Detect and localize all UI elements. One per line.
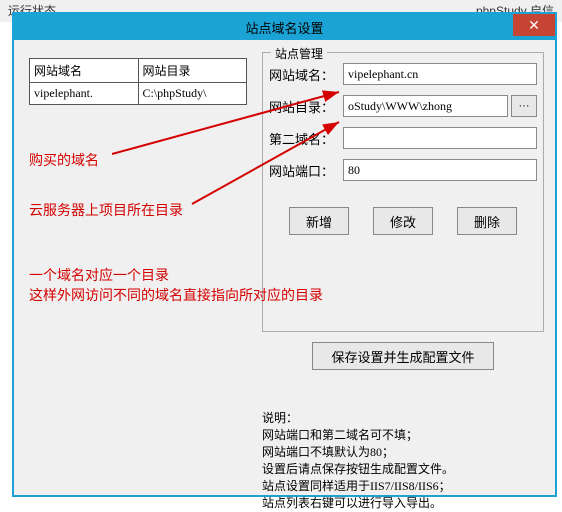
annotation-mapping1: 一个域名对应一个目录 (29, 265, 169, 285)
port-label: 网站端口： (269, 161, 343, 180)
dialog-title: 站点域名设置 (245, 18, 323, 37)
help-text: 说明： 网站端口和第二域名可不填； 网站端口不填默认为80； 设置后请点保存按钮… (262, 410, 454, 512)
dir-label: 网站目录： (269, 97, 343, 116)
annotation-domain: 购买的域名 (29, 150, 99, 170)
table-header-row: 网站域名 网站目录 (30, 59, 247, 83)
second-domain-label: 第二域名： (269, 129, 343, 148)
delete-button[interactable]: 删除 (457, 207, 517, 235)
col-dir: 网站目录 (138, 59, 247, 83)
col-domain: 网站域名 (30, 59, 139, 83)
dialog: 站点域名设置 ✕ 网站域名 网站目录 vipelephant. C:\phpSt… (12, 12, 557, 497)
panel-legend: 站点管理 (271, 45, 327, 62)
browse-button[interactable]: ··· (511, 95, 537, 117)
help-line: 站点设置同样适用于IIS7/IIS8/IIS6； (262, 478, 454, 495)
dir-input[interactable] (343, 95, 508, 117)
table-row[interactable]: vipelephant. C:\phpStudy\ (30, 83, 247, 105)
annotation-mapping2: 这样外网访问不同的域名直接指向所对应的目录 (29, 285, 323, 305)
help-line: 说明： (262, 410, 454, 427)
annotation-dir: 云服务器上项目所在目录 (29, 200, 183, 220)
second-domain-input[interactable] (343, 127, 537, 149)
cell-domain: vipelephant. (30, 83, 139, 105)
help-line: 网站端口和第二域名可不填； (262, 427, 454, 444)
domain-label: 网站域名： (269, 65, 343, 84)
titlebar: 站点域名设置 ✕ (14, 14, 555, 40)
domain-input[interactable] (343, 63, 537, 85)
help-line: 站点列表右键可以进行导入导出。 (262, 495, 454, 512)
help-line: 网站端口不填默认为80； (262, 444, 454, 461)
cell-dir: C:\phpStudy\ (138, 83, 247, 105)
save-button[interactable]: 保存设置并生成配置文件 (312, 342, 493, 370)
help-line: 设置后请点保存按钮生成配置文件。 (262, 461, 454, 478)
domain-table[interactable]: 网站域名 网站目录 vipelephant. C:\phpStudy\ (29, 58, 247, 105)
close-button[interactable]: ✕ (513, 14, 555, 36)
port-input[interactable] (343, 159, 537, 181)
edit-button[interactable]: 修改 (373, 207, 433, 235)
add-button[interactable]: 新增 (289, 207, 349, 235)
close-icon: ✕ (528, 17, 540, 34)
